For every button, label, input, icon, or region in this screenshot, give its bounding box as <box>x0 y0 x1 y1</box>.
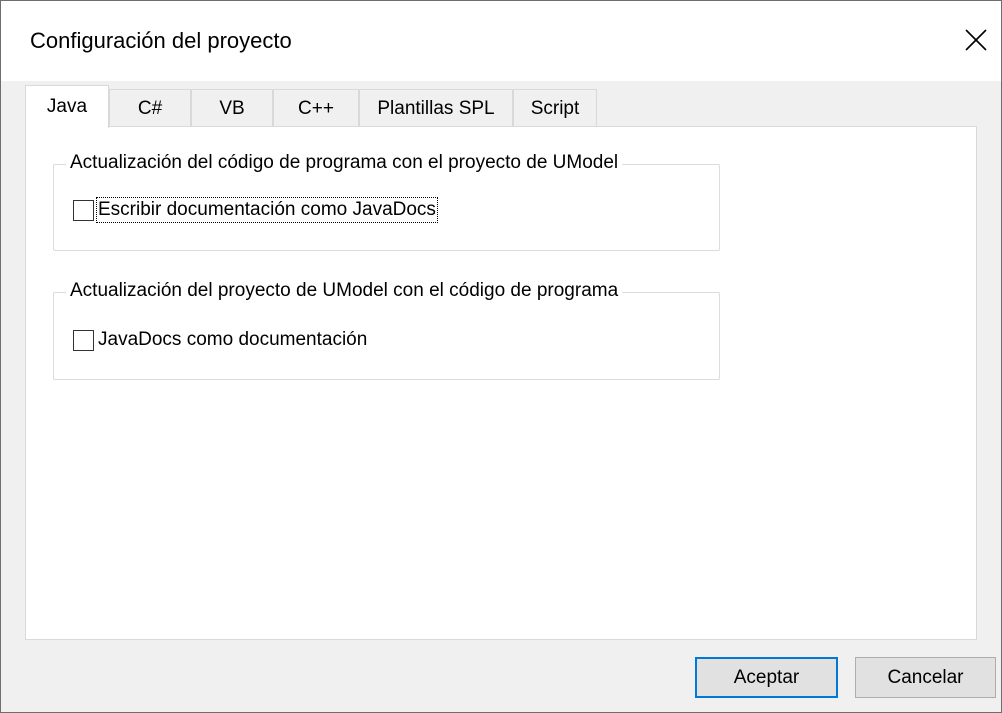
close-button[interactable] <box>951 15 1001 65</box>
model-update-group: Actualización del proyecto de UModel con… <box>53 280 720 380</box>
title-bar: Configuración del proyecto <box>1 1 1001 81</box>
dialog-title: Configuración del proyecto <box>30 28 292 53</box>
close-icon <box>965 29 987 51</box>
tab-cpp[interactable]: C++ <box>273 89 359 127</box>
write-javadocs-checkbox[interactable] <box>73 199 94 221</box>
project-settings-dialog: Configuración del proyecto Java C# VB C+… <box>0 0 1002 713</box>
tab-plantillas-spl[interactable]: Plantillas SPL <box>359 89 513 127</box>
tab-strip: Java C# VB C++ Plantillas SPL Script <box>25 85 725 128</box>
cancel-button[interactable]: Cancelar <box>855 657 996 698</box>
javadocs-as-documentation-option[interactable]: JavaDocs como documentación <box>73 329 367 351</box>
javadocs-as-documentation-label[interactable]: JavaDocs como documentación <box>98 329 367 351</box>
javadocs-as-documentation-checkbox[interactable] <box>73 329 94 351</box>
write-javadocs-option[interactable]: Escribir documentación como JavaDocs <box>73 197 438 223</box>
write-javadocs-label[interactable]: Escribir documentación como JavaDocs <box>96 197 438 223</box>
code-update-group: Actualización del código de programa con… <box>53 152 720 251</box>
code-update-group-legend: Actualización del código de programa con… <box>66 152 623 174</box>
tab-csharp[interactable]: C# <box>109 89 191 127</box>
ok-button[interactable]: Aceptar <box>695 657 838 698</box>
model-update-group-legend: Actualización del proyecto de UModel con… <box>66 280 623 302</box>
tab-java[interactable]: Java <box>25 85 109 128</box>
tab-vb[interactable]: VB <box>191 89 273 127</box>
tab-script[interactable]: Script <box>513 89 597 127</box>
tab-panel-java: Actualización del código de programa con… <box>25 126 977 640</box>
